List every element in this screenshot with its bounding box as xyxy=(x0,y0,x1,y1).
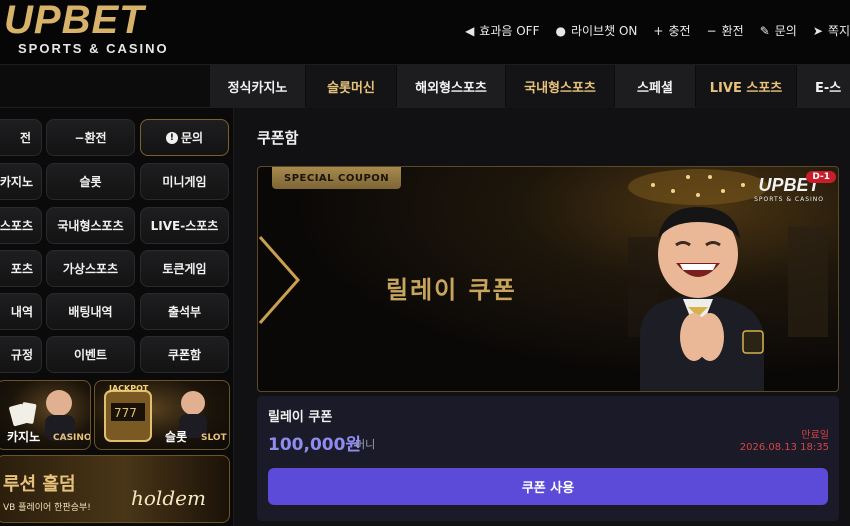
sidebar-deposit-button[interactable]: 전 xyxy=(0,119,42,156)
coupon-name: 릴레이 쿠폰 xyxy=(268,410,333,425)
sound-toggle[interactable]: ◀ 효과음 OFF xyxy=(465,22,539,39)
coupon-banner: SPECIAL COUPON 릴레이 쿠폰 UPBET SPORTS & CAS… xyxy=(257,166,839,392)
sidebar-rules-button[interactable]: 규정 xyxy=(0,336,42,373)
sidebar-slot-button[interactable]: 슬롯 xyxy=(46,163,135,200)
special-coupon-tag: SPECIAL COUPON xyxy=(272,167,402,189)
top-bar: UPBET SPORTS & CASINO ◀ 효과음 OFF ● 라이브챗 O… xyxy=(0,0,850,64)
coupon-unit: 머니 xyxy=(355,438,376,451)
nav-casino[interactable]: 정식카지노 xyxy=(210,65,305,108)
coupon-info: 릴레이 쿠폰 100,000원 머니 만료일 2026.08.13 18:35 … xyxy=(257,396,839,521)
promo-slot-label: 슬롯 xyxy=(165,430,188,444)
expiry-date: 2026.08.13 18:35 xyxy=(739,442,829,453)
jackpot-badge: JACKPOT xyxy=(109,384,149,393)
sidebar-sports-button[interactable]: 스포츠 xyxy=(0,207,42,244)
info-icon: ! xyxy=(165,131,178,144)
sidebar-virtual-sports-button[interactable]: 가상스포츠 xyxy=(46,250,135,287)
promo-slot[interactable]: 777 JACKPOT 슬롯 SLOT xyxy=(94,380,230,450)
nav-slot[interactable]: 슬롯머신 xyxy=(306,65,396,108)
sidebar-inquiry-label: 문의 xyxy=(180,131,204,145)
inquiry-label: 문의 xyxy=(774,24,797,38)
sidebar-attendance-button[interactable]: 출석부 xyxy=(140,293,229,330)
utility-menu: ◀ 효과음 OFF ● 라이브챗 ON + 충전 − 환전 ✎ 문의 ➤ 쪽지 xyxy=(465,22,850,39)
sidebar-withdraw-label: 환전 xyxy=(84,131,107,145)
live-chat-toggle[interactable]: ● 라이브챗 ON xyxy=(555,22,637,39)
sidebar-coupon-box-button[interactable]: 쿠폰함 xyxy=(140,336,229,373)
promo-casino[interactable]: 카지노 CASINO xyxy=(0,380,91,450)
sidebar: 전 − 환전 ! 문의 카지노 슬롯 미니게임 스포츠 국내형스포츠 LIVE-스포… xyxy=(0,108,234,526)
banner-logo-tagline: SPORTS & CASINO xyxy=(754,196,824,203)
nav-domestic-sports[interactable]: 국내형스포츠 xyxy=(506,65,614,108)
minus-icon: − xyxy=(706,23,717,38)
sidebar-event-button[interactable]: 이벤트 xyxy=(46,336,135,373)
deposit-label: 충전 xyxy=(668,24,691,38)
withdraw-label: 환전 xyxy=(721,24,744,38)
nav-live-sports[interactable]: LIVE 스포츠 xyxy=(696,65,796,108)
sidebar-sports2-button[interactable]: 포츠 xyxy=(0,250,42,287)
sidebar-live-sports-button[interactable]: LIVE-스포츠 xyxy=(140,207,229,244)
banner-title: 릴레이 쿠폰 xyxy=(386,276,517,304)
sidebar-token-game-button[interactable]: 토큰게임 xyxy=(140,250,229,287)
deposit-link[interactable]: + 충전 xyxy=(653,22,690,39)
sidebar-minigame-button[interactable]: 미니게임 xyxy=(140,163,229,200)
main-content: 쿠폰함 SPECIAL COUPON 릴레이 쿠폰 UPBET SPORTS &… xyxy=(234,108,850,526)
inquiry-link[interactable]: ✎ 문의 xyxy=(760,22,797,39)
promo-casino-label: 카지노 xyxy=(7,430,41,444)
message-link[interactable]: ➤ 쪽지 xyxy=(813,22,850,39)
promo-slot-sub: SLOT xyxy=(201,433,227,443)
sidebar-history-button[interactable]: 내역 xyxy=(0,293,42,330)
sidebar-withdraw-button[interactable]: − 환전 xyxy=(46,119,135,156)
nav-esports[interactable]: E-스 xyxy=(797,65,850,108)
logo[interactable]: UPBET SPORTS & CASINO xyxy=(4,0,169,56)
sound-label: 효과음 OFF xyxy=(479,24,540,38)
plus-icon: + xyxy=(653,23,664,38)
speaker-icon: ◀ xyxy=(465,23,475,38)
day-badge: D-1 xyxy=(806,171,836,183)
minus-icon: − xyxy=(74,130,85,145)
chat-icon: ● xyxy=(555,23,566,38)
expiry-label: 만료일 xyxy=(801,430,829,441)
sidebar-inquiry-button[interactable]: ! 문의 xyxy=(140,119,229,156)
send-icon: ➤ xyxy=(812,23,823,38)
banner-art xyxy=(258,169,828,391)
logo-wordmark: UPBET xyxy=(4,0,145,42)
nav-special[interactable]: 스페셜 xyxy=(615,65,695,108)
edit-icon: ✎ xyxy=(759,23,770,38)
promo-holdem-script: holdem xyxy=(131,486,206,510)
message-label: 쪽지 xyxy=(827,24,850,38)
coupon-amount: 100,000원 xyxy=(268,435,362,455)
page-title: 쿠폰함 xyxy=(257,129,299,147)
coupon-card: SPECIAL COUPON 릴레이 쿠폰 UPBET SPORTS & CAS… xyxy=(257,166,839,521)
svg-text:777: 777 xyxy=(114,406,137,420)
nav-overseas-sports[interactable]: 해외형스포츠 xyxy=(397,65,505,108)
withdraw-link[interactable]: − 환전 xyxy=(707,22,744,39)
promo-holdem[interactable]: 루션 홀덤 VB 플레이어 한판승부! holdem xyxy=(0,455,230,523)
promo-holdem-title: 루션 홀덤 xyxy=(3,474,76,495)
promo-casino-sub: CASINO xyxy=(53,433,91,443)
sidebar-bet-history-button[interactable]: 배팅내역 xyxy=(46,293,135,330)
main-nav: 정식카지노 슬롯머신 해외형스포츠 국내형스포츠 스페셜 LIVE 스포츠 E-… xyxy=(0,64,850,108)
sidebar-casino-button[interactable]: 카지노 xyxy=(0,163,42,200)
live-chat-label: 라이브챗 ON xyxy=(570,24,638,38)
promo-holdem-sub: VB 플레이어 한판승부! xyxy=(3,503,91,513)
use-coupon-button[interactable]: 쿠폰 사용 xyxy=(268,468,828,505)
sidebar-domestic-sports-button[interactable]: 국내형스포츠 xyxy=(46,207,135,244)
logo-tagline: SPORTS & CASINO xyxy=(18,41,169,56)
